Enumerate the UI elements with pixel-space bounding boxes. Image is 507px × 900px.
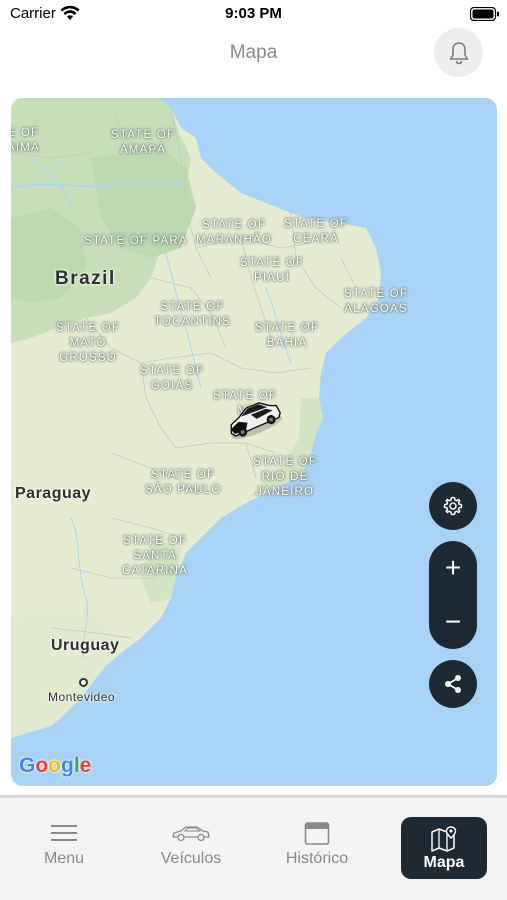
map-label-piaui: STATE OF PIAUÍ <box>240 257 305 284</box>
tab-menu[interactable]: Menu <box>22 818 106 878</box>
map-label-roraima: E OFAIMA <box>11 127 40 154</box>
gear-icon <box>443 496 463 516</box>
zoom-control: + − <box>429 541 477 649</box>
map-settings-button[interactable] <box>429 482 477 530</box>
map-label-santa-catarina: STATE OF SANTA CATARINA <box>122 535 189 577</box>
share-button[interactable] <box>429 660 477 708</box>
map-label-goias: STATE OF GOIÁS <box>140 365 205 392</box>
status-time: 9:03 PM <box>225 5 282 22</box>
map-label-amapa: STATE OF AMAPÁ <box>111 129 176 156</box>
map-label-para: STATE OF PARÁ <box>84 235 188 247</box>
tab-bar: Menu Veículos Histórico Mapa <box>0 798 507 900</box>
map-label-brazil: Brazil <box>55 268 116 289</box>
battery-icon <box>470 7 499 21</box>
map-label-sao-paulo: STATE OF SÃO PAULO <box>145 469 222 496</box>
hamburger-icon <box>51 825 77 841</box>
status-bar: Carrier 9:03 PM <box>0 0 507 28</box>
map-label-maranhao: STATE OF MARANHÃO <box>196 219 273 246</box>
page-title: Mapa <box>229 42 278 63</box>
tab-veiculos-label: Veículos <box>160 850 222 867</box>
notifications-button[interactable] <box>434 28 483 77</box>
tab-menu-label: Menu <box>43 850 85 867</box>
map-label-mato-grosso: STATE OF MATO GROSSO <box>56 322 121 364</box>
city-marker-montevideo <box>79 678 88 687</box>
map-label-montevideo: Montevideo <box>48 690 116 704</box>
map-label-tocantins: STATE OF TOCANTINS <box>154 301 232 328</box>
map-label-rio: STATE OF RIO DE JANEIRO <box>253 456 318 498</box>
car-icon <box>172 826 210 842</box>
map-icon <box>431 826 457 852</box>
map-label-bahia: STATE OF BAHIA <box>255 322 320 349</box>
zoom-out-button[interactable]: − <box>429 595 477 649</box>
tab-mapa-label: Mapa <box>423 854 465 871</box>
google-logo: Google <box>19 754 92 777</box>
map-label-alagoas: STATE OF ALAGOAS <box>344 288 409 315</box>
tab-mapa[interactable]: Mapa <box>401 817 487 879</box>
map-label-ceara: STATE OF CEARÁ <box>284 218 349 245</box>
map-view[interactable]: E OFAIMA STATE OFAMAPÁ STATE OF PARÁ STA… <box>11 98 497 786</box>
tab-veiculos[interactable]: Veículos <box>148 818 234 878</box>
zoom-in-button[interactable]: + <box>429 541 477 595</box>
vehicle-marker-car-icon[interactable] <box>223 398 285 442</box>
tab-historico-label: Histórico <box>285 850 349 867</box>
share-icon <box>445 675 461 693</box>
calendar-icon <box>304 822 330 845</box>
bell-icon <box>449 41 468 64</box>
tab-historico[interactable]: Histórico <box>270 818 364 878</box>
map-label-uruguay: Uruguay <box>51 637 120 654</box>
map-label-paraguay: Paraguay <box>15 485 92 502</box>
